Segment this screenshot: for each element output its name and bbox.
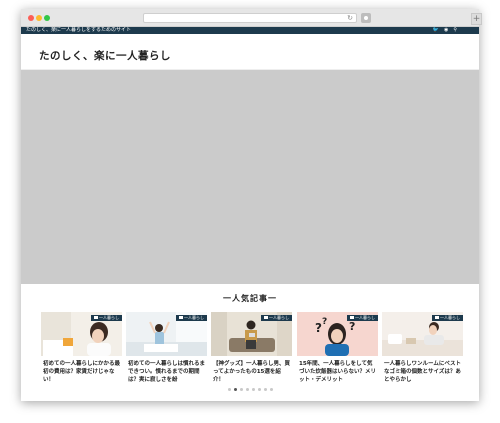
category-badge[interactable]: 一人暮らし [176, 315, 207, 321]
top-bar: たのしく、楽に一人暮らしをするためのサイト 🐦 ◉ ⚲ [21, 27, 479, 34]
popular-heading: 一人気記事一 [223, 294, 277, 303]
article-thumbnail[interactable]: 一人暮らし [382, 312, 463, 356]
badge-label: 一人暮らし [440, 315, 460, 320]
article-title[interactable]: 【神グッズ】一人暮らし男、買ってよかったもの15選を紹介！ [211, 360, 292, 384]
pagination-dot[interactable] [245, 388, 249, 391]
pagination-dot[interactable] [263, 388, 267, 391]
svg-text:?: ? [322, 317, 327, 327]
carousel-pagination [21, 388, 479, 391]
category-badge[interactable]: 一人暮らし [347, 315, 378, 321]
pagination-dot[interactable] [227, 388, 231, 391]
site-header: たのしく、楽に一人暮らし [21, 34, 479, 70]
article-card[interactable]: 一人暮らし 初めての一人暮らしにかかる最初の費用は？家賃だけじゃない！ [41, 312, 122, 384]
folder-icon [350, 316, 354, 319]
extension-icon[interactable] [361, 13, 371, 23]
folder-icon [264, 316, 268, 319]
svg-text:?: ? [315, 321, 322, 335]
search-icon[interactable]: ⚲ [453, 27, 457, 34]
folder-icon [179, 316, 183, 319]
pagination-dot[interactable] [257, 388, 261, 391]
pagination-dot[interactable] [269, 388, 273, 391]
article-title[interactable]: 15年間、一人暮らしをして気づいた炊飯器はいらない？メリット・デメリット [297, 360, 378, 384]
minimize-window-button[interactable] [36, 15, 42, 21]
badge-label: 一人暮らし [184, 315, 204, 320]
pagination-dot[interactable] [239, 388, 243, 391]
maximize-window-button[interactable] [44, 15, 50, 21]
article-card[interactable]: ? ? ? 一人暮らし 15年間、一人暮らしをして気づいた炊飯器はいらない？メリ… [297, 312, 378, 384]
folder-icon [94, 316, 98, 319]
popular-articles-section: 一人気記事一 一人暮らし 初めての一人暮らしにかかる最初の費用は？家賃だけじゃな… [21, 284, 479, 401]
article-thumbnail[interactable]: ? ? ? 一人暮らし [297, 312, 378, 356]
article-thumbnail[interactable]: 一人暮らし [211, 312, 292, 356]
new-tab-button[interactable]: + [471, 13, 482, 25]
article-title[interactable]: 初めての一人暮らしにかかる最初の費用は？家賃だけじゃない！ [41, 360, 122, 384]
browser-toolbar: ↻ + [21, 9, 482, 27]
badge-label: 一人暮らし [269, 315, 289, 320]
article-thumbnail[interactable]: 一人暮らし [126, 312, 207, 356]
svg-text:?: ? [349, 320, 355, 333]
twitter-icon[interactable]: 🐦 [433, 27, 439, 34]
site-title[interactable]: たのしく、楽に一人暮らし [39, 48, 171, 63]
article-title[interactable]: 一人暮らしワンルームにベストなゴミ箱の個数とサイズは？あとやらかし [382, 360, 463, 384]
address-bar[interactable]: ↻ [143, 13, 357, 23]
category-badge[interactable]: 一人暮らし [261, 315, 292, 321]
article-card[interactable]: 一人暮らし 一人暮らしワンルームにベストなゴミ箱の個数とサイズは？あとやらかし [382, 312, 463, 384]
category-badge[interactable]: 一人暮らし [91, 315, 122, 321]
article-thumbnail[interactable]: 一人暮らし [41, 312, 122, 356]
article-card[interactable]: 一人暮らし 初めての一人暮らしは慣れるまできつい。慣れるまでの期間は？実に寂しさ… [126, 312, 207, 384]
category-badge[interactable]: 一人暮らし [432, 315, 463, 321]
pagination-dot[interactable] [233, 388, 237, 391]
badge-label: 一人暮らし [99, 315, 119, 320]
article-title[interactable]: 初めての一人暮らしは慣れるまできつい。慣れるまでの期間は？実に寂しさを紛 [126, 360, 207, 384]
hero-image-placeholder [21, 70, 479, 284]
folder-icon [435, 316, 439, 319]
article-card[interactable]: 一人暮らし 【神グッズ】一人暮らし男、買ってよかったもの15選を紹介！ [211, 312, 292, 384]
site-tagline: たのしく、楽に一人暮らしをするためのサイト [26, 27, 132, 33]
close-window-button[interactable] [28, 15, 34, 21]
social-icons: 🐦 ◉ ⚲ [433, 27, 457, 34]
rss-icon[interactable]: ◉ [444, 27, 448, 34]
pagination-dot[interactable] [251, 388, 255, 391]
badge-label: 一人暮らし [355, 315, 375, 320]
browser-window: ↻ + たのしく、楽に一人暮らしをするためのサイト 🐦 ◉ ⚲ たのしく、楽に一… [21, 9, 482, 401]
reload-icon[interactable]: ↻ [347, 14, 353, 22]
